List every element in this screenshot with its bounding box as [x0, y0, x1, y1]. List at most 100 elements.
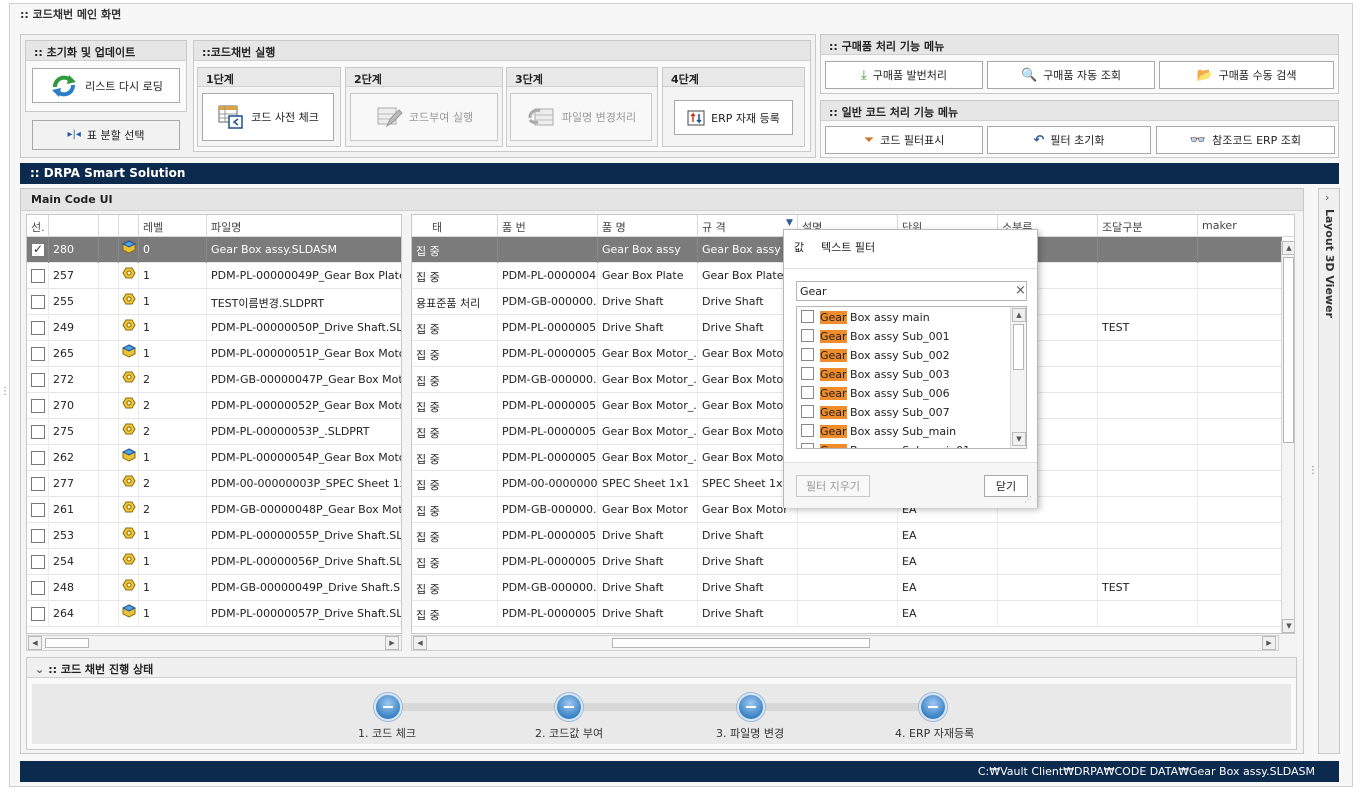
filter-tab-text[interactable]: 텍스트 필터	[821, 239, 875, 255]
row-checkbox[interactable]	[31, 477, 45, 491]
row-select-cell[interactable]	[27, 523, 49, 549]
row-checkbox[interactable]	[31, 607, 45, 621]
table-row[interactable]: 집 중 PDM-PL-0000005... Drive Shaft Drive Sha…	[412, 549, 1282, 575]
scroll-left-icon[interactable]: ◀	[413, 636, 427, 650]
row-select-cell[interactable]	[27, 419, 49, 445]
row-checkbox[interactable]	[31, 347, 45, 361]
filter-item-checkbox[interactable]	[801, 348, 814, 361]
layout-3d-viewer-tab[interactable]: › Layout 3D Viewer	[1318, 188, 1340, 754]
row-checkbox[interactable]	[31, 242, 45, 257]
filter-list-thumb[interactable]	[1013, 324, 1024, 370]
filter-list-vscrollbar[interactable]: ▲ ▼	[1010, 307, 1026, 448]
ref-code-erp-button[interactable]: 👓 참조코드 ERP 조회	[1156, 126, 1335, 154]
scroll-up-icon[interactable]: ▲	[1282, 241, 1294, 255]
col-header-filename[interactable]: 파일명	[207, 215, 401, 237]
row-checkbox[interactable]	[31, 581, 45, 595]
row-select-cell[interactable]	[27, 263, 49, 289]
code-filter-button[interactable]: ⏷ 코드 필터표시	[825, 126, 983, 154]
row-select-cell[interactable]	[27, 471, 49, 497]
scroll-left-icon[interactable]: ◀	[28, 636, 42, 650]
col-header-part-name[interactable]: 품 명	[598, 215, 698, 237]
row-checkbox[interactable]	[31, 321, 45, 335]
left-splitter-grip-icon[interactable]: ⋮	[0, 386, 10, 397]
reload-list-button[interactable]: 리스트 다시 로딩	[32, 68, 180, 103]
row-checkbox[interactable]	[31, 451, 45, 465]
col-header-level[interactable]: 레벨	[139, 215, 207, 237]
table-row[interactable]: 253 1PDM-PL-00000055P_Drive Shaft.SLDP...	[27, 523, 401, 549]
collapse-chevron-icon[interactable]: ⌄	[35, 663, 44, 676]
col-header-procurement[interactable]: 조달구분	[1098, 215, 1198, 237]
table-row[interactable]: 248 1PDM-GB-00000049P_Drive Shaft.SLD...	[27, 575, 401, 601]
table-row[interactable]: 277 2PDM-00-00000003P_SPEC Sheet 1x1...	[27, 471, 401, 497]
filter-clear-button[interactable]: 필터 지우기	[796, 475, 870, 497]
table-row[interactable]: 249 1PDM-PL-00000050P_Drive Shaft.SLDP...	[27, 315, 401, 341]
purchase-auto-search-button[interactable]: 🔍 구매품 자동 조회	[987, 61, 1155, 89]
col-header-select[interactable]: 선.	[27, 215, 49, 237]
right-hscrollbar[interactable]: ◀ ▶	[411, 635, 1279, 651]
col-header-blank[interactable]	[99, 215, 119, 237]
table-row[interactable]: 255 1 TEST이름변경.SLDPRT	[27, 289, 401, 315]
code-assign-button[interactable]: 코드부여 실행	[350, 93, 498, 141]
col-header-part-no[interactable]: 품 번	[498, 215, 598, 237]
right-vscroll-thumb[interactable]	[1283, 257, 1294, 443]
table-row[interactable]: 집 중 PDM-PL-0000005... Drive Shaft Drive Sha…	[412, 523, 1282, 549]
right-vscrollbar[interactable]: ▲ ▼	[1281, 241, 1294, 633]
resize-grip-icon[interactable]: ⋰	[1024, 495, 1032, 504]
table-row[interactable]: 280 0Gear Box assy.SLDASM	[27, 237, 401, 263]
code-precheck-button[interactable]: 코드 사전 체크	[202, 93, 334, 141]
row-checkbox[interactable]	[31, 399, 45, 413]
filter-reset-button[interactable]: ↶ 필터 초기화	[987, 126, 1151, 154]
purchase-manual-search-button[interactable]: 📂 구매품 수동 검색	[1159, 61, 1334, 89]
row-checkbox[interactable]	[31, 555, 45, 569]
scroll-up-icon[interactable]: ▲	[1012, 308, 1026, 322]
scroll-down-icon[interactable]: ▼	[1012, 432, 1026, 446]
col-header-maker[interactable]: maker	[1198, 215, 1294, 237]
row-select-cell[interactable]	[27, 237, 49, 263]
col-header-id[interactable]	[49, 215, 99, 237]
scroll-down-icon[interactable]: ▼	[1282, 619, 1294, 633]
row-select-cell[interactable]	[27, 315, 49, 341]
filter-item-checkbox[interactable]	[801, 329, 814, 342]
col-header-icon[interactable]	[119, 215, 139, 237]
table-row[interactable]: 254 1PDM-PL-00000056P_Drive Shaft.SLDP...	[27, 549, 401, 575]
row-select-cell[interactable]	[27, 393, 49, 419]
erp-register-button[interactable]: ERP 자재 등록	[674, 100, 793, 135]
row-select-cell[interactable]	[27, 601, 49, 627]
table-split-button[interactable]: ▸|◂ 표 분할 선택	[32, 120, 180, 150]
filter-item-checkbox[interactable]	[801, 443, 814, 448]
left-hscrollbar[interactable]: ◀ ▶	[26, 635, 402, 651]
filter-item-checkbox[interactable]	[801, 424, 814, 437]
right-hscroll-thumb[interactable]	[612, 638, 870, 648]
row-select-cell[interactable]	[27, 341, 49, 367]
row-checkbox[interactable]	[31, 425, 45, 439]
filter-search-input[interactable]: Gear ×	[796, 281, 1027, 301]
table-row[interactable]: 270 2PDM-PL-00000052P_Gear Box Motor_...	[27, 393, 401, 419]
clear-search-icon[interactable]: ×	[1015, 283, 1026, 298]
table-row[interactable]: 257 1PDM-PL-00000049P_Gear Box Plate.S...	[27, 263, 401, 289]
left-hscroll-thumb[interactable]	[45, 638, 89, 648]
table-row[interactable]: 262 1PDM-PL-00000054P_Gear Box Motor_...	[27, 445, 401, 471]
table-row[interactable]: 집 중 PDM-PL-0000005... Drive Shaft Drive Sha…	[412, 601, 1282, 627]
table-row[interactable]: 261 2PDM-GB-00000048P_Gear Box Motor...	[27, 497, 401, 523]
row-select-cell[interactable]	[27, 289, 49, 315]
table-row[interactable]: 264 1PDM-PL-00000057P_Drive Shaft.SLDA...	[27, 601, 401, 627]
filter-item-checkbox[interactable]	[801, 310, 814, 323]
row-checkbox[interactable]	[31, 503, 45, 517]
table-row[interactable]: 272 2PDM-GB-00000047P_Gear Box Motor_...	[27, 367, 401, 393]
row-select-cell[interactable]	[27, 445, 49, 471]
table-row[interactable]: 265 1PDM-PL-00000051P_Gear Box Motor_...	[27, 341, 401, 367]
row-checkbox[interactable]	[31, 373, 45, 387]
progress-group-header[interactable]: ⌄:: 코드 채번 진행 상태	[27, 658, 1296, 678]
filter-item-checkbox[interactable]	[801, 386, 814, 399]
scroll-right-icon[interactable]: ▶	[1262, 636, 1276, 650]
filter-tab-value[interactable]: 값	[794, 239, 804, 255]
table-row[interactable]: 집 중 PDM-GB-000000... Drive Shaft Drive Shaf…	[412, 575, 1282, 601]
filter-item-checkbox[interactable]	[801, 367, 814, 380]
scroll-right-icon[interactable]: ▶	[385, 636, 399, 650]
row-checkbox[interactable]	[31, 295, 45, 309]
col-header-state[interactable]: 태	[412, 215, 498, 237]
row-checkbox[interactable]	[31, 529, 45, 543]
filter-close-button[interactable]: 닫기	[984, 475, 1028, 497]
row-select-cell[interactable]	[27, 575, 49, 601]
row-select-cell[interactable]	[27, 367, 49, 393]
